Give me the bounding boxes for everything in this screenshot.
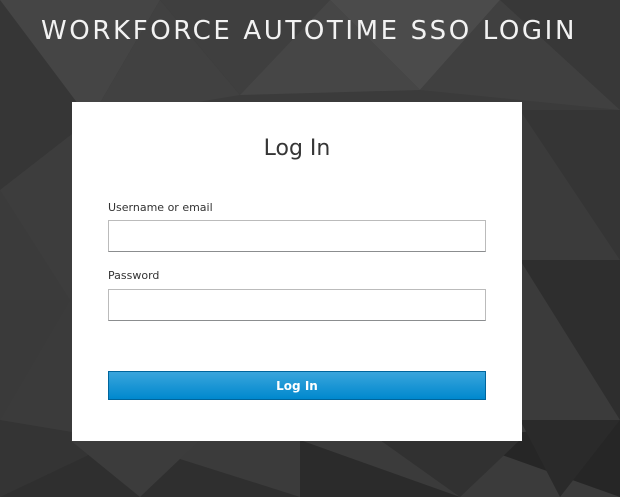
login-card: Log In Username or email Password Log In bbox=[72, 102, 522, 441]
login-button[interactable]: Log In bbox=[108, 371, 486, 400]
username-input[interactable] bbox=[108, 220, 486, 252]
login-form-title: Log In bbox=[263, 136, 331, 161]
password-label: Password bbox=[108, 269, 160, 282]
page-title: WORKFORCE AUTOTIME SSO LOGIN bbox=[41, 16, 577, 46]
username-label: Username or email bbox=[108, 201, 213, 214]
password-input[interactable] bbox=[108, 289, 486, 321]
